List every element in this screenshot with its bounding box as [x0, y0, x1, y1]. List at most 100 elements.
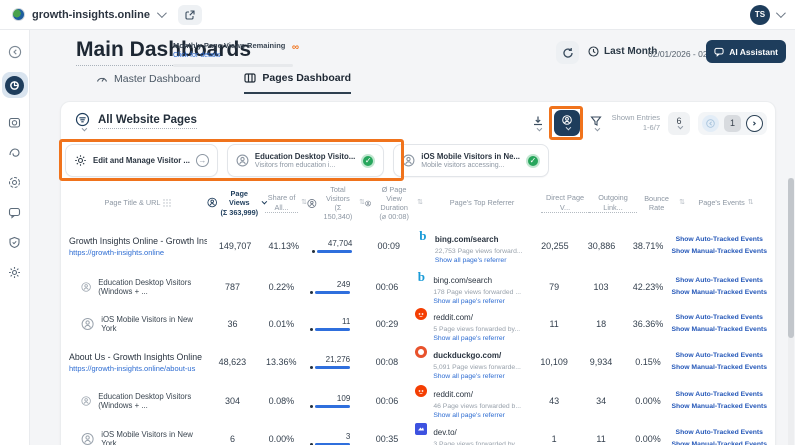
- show-manual-tracked-events-link[interactable]: Show Manual-Tracked Events: [671, 401, 767, 413]
- table-row[interactable]: Education Desktop Visitors (Windows + ..…: [69, 382, 767, 420]
- segments-button[interactable]: [553, 110, 580, 136]
- direct-views-value: 20,255: [541, 241, 569, 251]
- collapse-circle-icon: [8, 45, 21, 59]
- column-header-duration[interactable]: Ø Page View Duration (⌀ 00:08) ⇅: [365, 185, 423, 221]
- table-row[interactable]: iOS Mobile Visitors in New York 36 0.01%…: [69, 306, 767, 342]
- column-header-direct[interactable]: Direct Page V...: [541, 193, 589, 213]
- chip-subtitle: Visitors from education i...: [254, 162, 336, 169]
- quota-details-link[interactable]: Click for details: [173, 52, 295, 59]
- table-row[interactable]: iOS Mobile Visitors in New York 6 0.00% …: [69, 420, 767, 445]
- previous-page-button[interactable]: [702, 114, 719, 132]
- column-header-page-views[interactable]: Page Views (Σ 363,999): [207, 189, 268, 217]
- table-row[interactable]: About Us - Growth Insights Online https:…: [69, 342, 767, 382]
- visitors-bar: [315, 366, 351, 369]
- show-auto-tracked-events-link[interactable]: Show Auto-Tracked Events: [671, 312, 767, 324]
- external-link-icon: [185, 9, 195, 20]
- page-title-cell: Growth Insights Online - Growth Insights…: [69, 235, 207, 246]
- chat-icon: [714, 47, 724, 57]
- segment-chip-education-desktop[interactable]: Education Desktop Visito... Visitors fro…: [226, 144, 385, 177]
- person-circle-icon: [81, 432, 94, 445]
- sidebar-item-dashboards[interactable]: [1, 72, 28, 98]
- referrer-domain: dev.to/: [433, 427, 457, 437]
- table-filter-button[interactable]: [75, 112, 90, 132]
- show-manual-tracked-events-link[interactable]: Show Manual-Tracked Events: [671, 362, 767, 374]
- sidebar-item-communication[interactable]: [7, 204, 23, 220]
- page-url-link[interactable]: https://growth-insights.online: [69, 248, 207, 257]
- bounce-rate-value: 42.23%: [632, 282, 664, 292]
- period-selector[interactable]: Last Month: [588, 46, 657, 57]
- website-switcher[interactable]: growth-insights.online: [12, 8, 167, 21]
- sidebar-item-settings[interactable]: [7, 264, 23, 280]
- show-manual-tracked-events-link[interactable]: Show Manual-Tracked Events: [671, 287, 767, 299]
- share-value: 0.00%: [268, 434, 295, 444]
- sidebar-item-modules[interactable]: [7, 114, 23, 130]
- card-title: All Website Pages: [98, 114, 197, 129]
- edit-segments-chip[interactable]: Edit and Manage Visitor ... →: [65, 144, 218, 177]
- show-auto-tracked-events-link[interactable]: Show Auto-Tracked Events: [671, 275, 767, 287]
- segment-title: iOS Mobile Visitors in New York: [101, 430, 193, 445]
- avatar-chevron-icon: [775, 8, 786, 19]
- page-views-value: 787: [225, 282, 241, 292]
- show-all-referrer-link[interactable]: Show all page's referrer: [433, 298, 521, 305]
- show-auto-tracked-events-link[interactable]: Show Auto-Tracked Events: [671, 427, 767, 439]
- direct-views-value: 11: [549, 319, 559, 329]
- referrer-domain: reddit.com/: [433, 312, 473, 322]
- duration-value: 00:09: [377, 241, 400, 251]
- next-page-button[interactable]: [746, 114, 763, 132]
- table-row[interactable]: Growth Insights Online - Growth Insights…: [69, 224, 767, 268]
- column-header-outgoing[interactable]: Outgoing Link...: [589, 193, 637, 213]
- show-manual-tracked-events-link[interactable]: Show Manual-Tracked Events: [671, 246, 767, 258]
- column-header-total-visitors[interactable]: Total Visitors (Σ 150,340) ⇅: [307, 185, 365, 221]
- infinity-badge: ∞: [291, 42, 299, 53]
- column-header-bounce[interactable]: Bounce Rate ⇅: [637, 194, 685, 212]
- shown-entries-value: 1-6/7: [642, 123, 660, 132]
- column-header-title[interactable]: Page Title & URL: [69, 198, 207, 208]
- segment-chip-ios-mobile[interactable]: iOS Mobile Visitors in Ne... Mobile visi…: [393, 144, 549, 177]
- chip-subtitle: Mobile visitors accessing...: [421, 162, 505, 169]
- column-header-events[interactable]: Page's Events ⇅: [685, 198, 767, 207]
- refresh-button[interactable]: [556, 41, 579, 64]
- show-auto-tracked-events-link[interactable]: Show Auto-Tracked Events: [671, 350, 767, 362]
- shown-entries-label: Shown Entries: [611, 113, 660, 123]
- segment-title: Education Desktop Visitors (Windows + ..…: [98, 278, 192, 296]
- page-views-value: 149,707: [218, 241, 252, 251]
- outgoing-links-value: 11: [596, 434, 606, 444]
- clock-icon: [588, 46, 599, 57]
- tab-pages-dashboard[interactable]: Pages Dashboard: [244, 72, 352, 94]
- page-url-link[interactable]: https://growth-insights.online/about-us: [69, 364, 204, 373]
- show-all-referrer-link[interactable]: Show all page's referrer: [433, 335, 520, 342]
- table-row[interactable]: Education Desktop Visitors (Windows + ..…: [69, 268, 767, 306]
- show-manual-tracked-events-link[interactable]: Show Manual-Tracked Events: [671, 324, 767, 336]
- show-auto-tracked-events-link[interactable]: Show Auto-Tracked Events: [671, 389, 767, 401]
- page-number[interactable]: 1: [724, 114, 741, 132]
- referrer-note: 5,091 Page views forwarde...: [433, 364, 521, 371]
- show-all-referrer-link[interactable]: Show all page's referrer: [433, 412, 521, 419]
- page-title-cell: About Us - Growth Insights Online: [69, 351, 202, 362]
- show-all-referrer-link[interactable]: Show all page's referrer: [435, 257, 523, 264]
- visitors-bar: [315, 328, 351, 331]
- show-manual-tracked-events-link[interactable]: Show Manual-Tracked Events: [671, 439, 767, 445]
- total-visitors-value: 249: [336, 280, 351, 289]
- share-value: 0.08%: [268, 396, 295, 406]
- download-button[interactable]: [530, 113, 546, 134]
- ai-assistant-button[interactable]: AI Assistant: [706, 40, 786, 63]
- avatar: TS: [750, 4, 770, 25]
- column-header-share[interactable]: Share of All... ⇅: [265, 193, 307, 213]
- show-auto-tracked-events-link[interactable]: Show Auto-Tracked Events: [671, 234, 767, 246]
- duration-value: 00:06: [375, 396, 399, 406]
- privacy-shield-icon: [9, 236, 20, 248]
- tab-master-dashboard[interactable]: Master Dashboard: [96, 72, 200, 94]
- page-size-select[interactable]: 6: [668, 111, 690, 135]
- sidebar-item-privacy[interactable]: [7, 234, 23, 250]
- sidebar-item-statistics[interactable]: [7, 144, 23, 160]
- filter-button[interactable]: [588, 113, 604, 134]
- vertical-scrollbar[interactable]: [788, 178, 794, 445]
- sidebar-item-visitors[interactable]: [7, 174, 23, 190]
- show-all-referrer-link[interactable]: Show all page's referrer: [433, 373, 521, 380]
- open-website-button[interactable]: [177, 4, 202, 25]
- share-value: 0.22%: [268, 282, 295, 292]
- scrollbar-thumb[interactable]: [788, 178, 794, 338]
- sidebar-item-collapse[interactable]: [7, 44, 23, 60]
- column-header-referrer[interactable]: Page's Top Referrer: [423, 198, 541, 207]
- user-menu[interactable]: TS: [750, 4, 786, 25]
